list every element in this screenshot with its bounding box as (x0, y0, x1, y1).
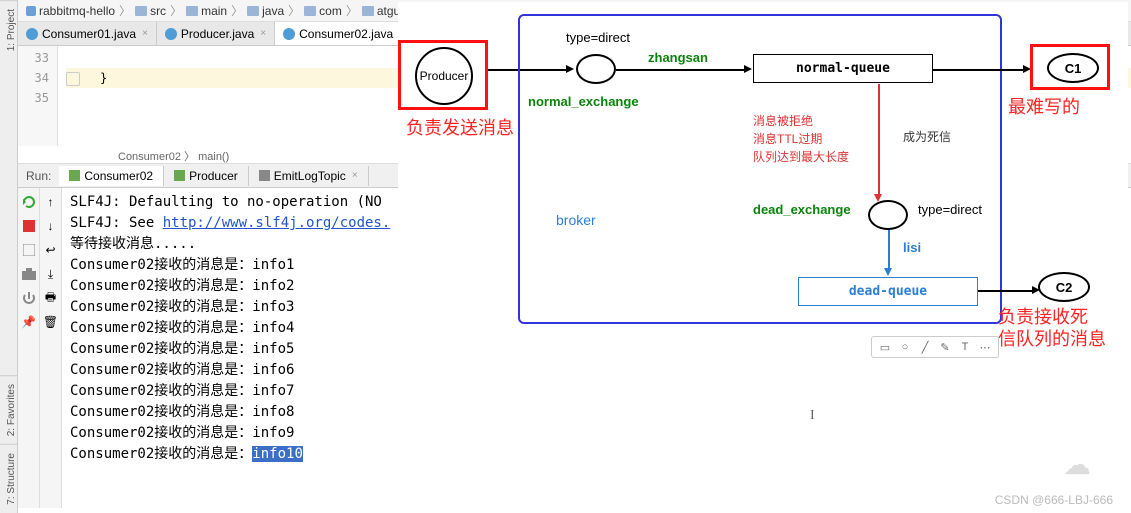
producer-circle: Producer (415, 47, 473, 105)
circle-tool-icon[interactable]: ○ (898, 340, 912, 354)
module-icon (26, 6, 36, 16)
text-cursor-icon: I (810, 408, 815, 424)
type-direct2-label: type=direct (918, 202, 982, 217)
dead-reasons: 消息被拒绝 消息TTL过期 队列达到最大长度 (753, 112, 849, 166)
pin-button[interactable]: 📌 (21, 314, 37, 330)
java-class-icon (283, 28, 295, 40)
close-icon[interactable]: × (142, 28, 148, 39)
print-button[interactable]: 🖶 (43, 290, 59, 306)
close-icon[interactable]: × (260, 28, 266, 39)
folder-icon (247, 6, 259, 16)
rerun-button[interactable] (21, 194, 37, 210)
folder-icon (186, 6, 198, 16)
breadcrumb-src[interactable]: src (135, 4, 166, 18)
scroll-button[interactable]: ⤓ (43, 266, 59, 282)
producer-node: Producer (398, 40, 488, 110)
pen-tool-icon[interactable]: ✎ (938, 340, 952, 354)
layout-button[interactable] (21, 242, 37, 258)
run-config-icon (259, 170, 270, 181)
more-tool-icon[interactable]: ⋯ (978, 340, 992, 354)
folder-icon (362, 6, 374, 16)
text-tool-icon[interactable]: T (958, 340, 972, 354)
run-tab-producer[interactable]: Producer (164, 166, 249, 186)
rect-tool-icon[interactable]: ▭ (878, 340, 892, 354)
cloud-icon: ☁ (1063, 448, 1091, 481)
camera-icon[interactable] (21, 266, 37, 282)
normal-exchange-label: normal_exchange (528, 94, 639, 109)
routing-key-lisi: lisi (903, 240, 921, 255)
c2-caption: 负责接收死 信队列的消息 (998, 306, 1106, 350)
console-line: Consumer02接收的消息是：info6 (70, 360, 1123, 381)
dead-exchange-label: dead_exchange (753, 202, 851, 217)
tab-consumer02[interactable]: Consumer02.java× (275, 22, 414, 45)
clear-button[interactable]: 🗑 (43, 314, 59, 330)
become-dead-label: 成为死信 (903, 128, 951, 145)
run-config-icon (69, 170, 80, 181)
breadcrumb-java[interactable]: java (247, 4, 284, 18)
run-config-icon (174, 170, 185, 181)
wrap-button[interactable]: ↩ (43, 242, 59, 258)
structure-tool-tab[interactable]: 7: Structure (0, 444, 17, 513)
selected-text: info10 (252, 446, 303, 462)
down-button[interactable]: ↓ (43, 218, 59, 234)
line-tool-icon[interactable]: ╱ (918, 340, 932, 354)
drawing-toolbar: ▭ ○ ╱ ✎ T ⋯ (871, 336, 999, 358)
run-label: Run: (18, 169, 59, 183)
c1-caption: 最难写的 (1008, 96, 1080, 118)
left-tool-strip: 1: Project 2: Favorites 7: Structure (0, 0, 18, 513)
run-tab-consumer02[interactable]: Consumer02 (59, 166, 164, 186)
console-line: Consumer02接收的消息是：info8 (70, 402, 1123, 423)
c2-circle: C2 (1038, 272, 1090, 302)
favorites-tool-tab[interactable]: 2: Favorites (0, 375, 17, 444)
architecture-diagram: Producer 负责发送消息 broker type=direct norma… (398, 2, 1128, 352)
console-actions: ↑ ↓ ↩ ⤓ 🖶 🗑 (40, 188, 62, 508)
broker-label: broker (556, 212, 596, 228)
stop-button[interactable] (21, 218, 37, 234)
folder-icon (135, 6, 147, 16)
watermark: CSDN @666-LBJ-666 (995, 493, 1113, 507)
run-tab-emitlogtopic[interactable]: EmitLogTopic× (249, 166, 369, 186)
project-tool-tab[interactable]: 1: Project (0, 0, 17, 59)
line-gutter: 33 34 35 (18, 46, 58, 146)
dead-queue-node: dead-queue (798, 277, 978, 306)
fold-icon[interactable] (66, 72, 80, 86)
producer-caption: 负责发送消息 (406, 114, 514, 140)
up-button[interactable]: ↑ (43, 194, 59, 210)
run-actions: 📌 (18, 188, 40, 508)
c1-circle: C1 (1047, 53, 1099, 83)
slf4j-link[interactable]: http://www.slf4j.org/codes. (163, 215, 391, 231)
c1-node: C1 (1030, 44, 1110, 90)
java-class-icon (165, 28, 177, 40)
breadcrumb-main[interactable]: main (186, 4, 227, 18)
folder-icon (304, 6, 316, 16)
console-line: Consumer02接收的消息是：info7 (70, 381, 1123, 402)
normal-queue-node: normal-queue (753, 54, 933, 83)
close-icon[interactable]: × (352, 170, 358, 181)
routing-key-zhangsan: zhangsan (648, 50, 708, 65)
tab-producer[interactable]: Producer.java× (157, 22, 275, 45)
tab-consumer01[interactable]: Consumer01.java× (18, 22, 157, 45)
console-line: Consumer02接收的消息是：info10 (70, 444, 1123, 465)
breadcrumb-com[interactable]: com (304, 4, 342, 18)
type-direct-label: type=direct (566, 30, 630, 45)
exit-button[interactable] (21, 290, 37, 306)
breadcrumb-project[interactable]: rabbitmq-hello (26, 4, 115, 18)
dead-exchange-node (868, 200, 908, 230)
console-line: Consumer02接收的消息是：info9 (70, 423, 1123, 444)
java-class-icon (26, 28, 38, 40)
normal-exchange-node (576, 54, 616, 84)
